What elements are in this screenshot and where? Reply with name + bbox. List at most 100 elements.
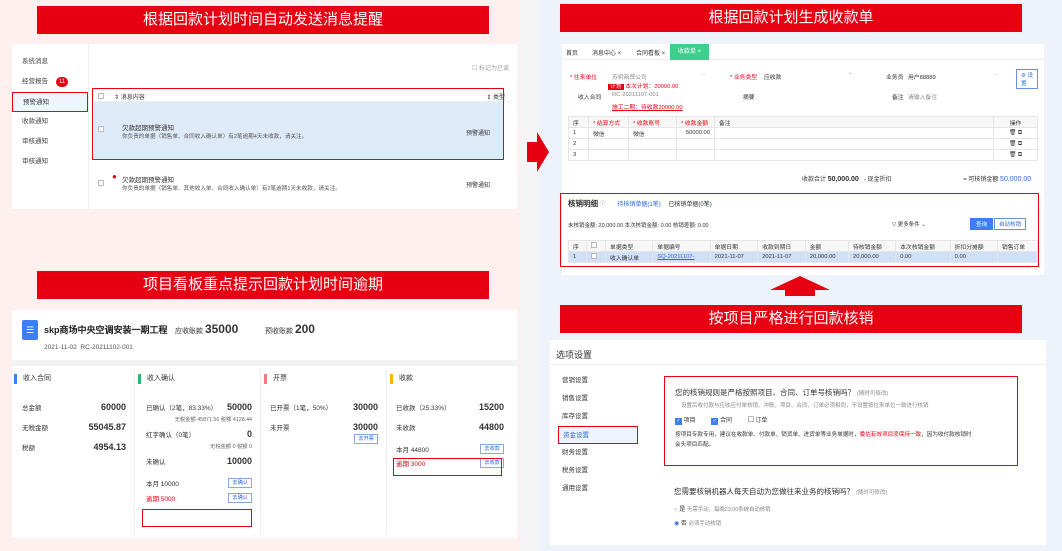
arrow-right-icon <box>527 132 549 172</box>
table-row[interactable]: 1 收入确认单 SQ-20211107- 2021-11-07 2021-11-07… <box>567 251 1039 263</box>
sidebar-item-audit[interactable]: 审核通知 <box>12 132 88 152</box>
invoice-rows: 已开票（1笔，50%） 30000 未开票 30000 去开票 <box>270 402 378 444</box>
sidebar-item-general[interactable]: 通用设置 <box>558 480 638 498</box>
select-all-checkbox[interactable] <box>98 93 104 99</box>
col-head-invoice: 开票 <box>264 374 287 384</box>
confirm-rows: 已确认（2笔，83.33%） 50000 无税金额 45871.56 税额 412… <box>146 402 252 503</box>
option-contract[interactable]: ✓ 合同 <box>711 418 732 425</box>
radio-empty-icon: ○ <box>674 507 678 513</box>
row-actions[interactable]: 🗑 ⧉ <box>993 138 1038 150</box>
option-project[interactable]: ✓ 项目 <box>675 418 696 425</box>
remark-field[interactable]: 请输入备注 <box>908 92 937 101</box>
auto-verify-setting: 您需要核销机器人每天自动为您做往来业务的核销吗？ (随时可修改) ○ 是 无需手… <box>674 486 1028 527</box>
row-checkbox[interactable] <box>591 253 598 259</box>
col-head-contract: 收入合同 <box>14 374 51 384</box>
checkbox-checked-icon: ✓ <box>711 418 719 425</box>
sidebar-item-collection[interactable]: 收款通知 <box>12 112 88 132</box>
mark-read-link[interactable]: ☐ 标记为已读 <box>472 63 509 72</box>
table-row[interactable]: 2 🗑 ⧉ <box>568 138 1038 150</box>
verify-rule-setting: 您的核销规则是严格按照项目、合同、订单号核销吗？ (随时可修改) 设置后收付款与… <box>664 376 1018 466</box>
tab-message-center[interactable]: 消息中心 × <box>592 48 621 57</box>
payment-lines-table: 序 * 结算方式 * 收款账号 * 收款金额 备注 操作 1 微信 微信 50000.… <box>568 116 1038 161</box>
project-doc-icon: ☰ <box>22 320 38 340</box>
tab-receipt[interactable]: 收款单 × <box>670 44 710 60</box>
sidebar-item-audit-2[interactable]: 审核通知 <box>12 152 88 172</box>
row-actions[interactable]: 🗑 ⧉ <box>993 149 1038 161</box>
auto-verify-button[interactable]: 自动核销 <box>994 218 1027 230</box>
top-tabs: 首页 消息中心 × 合同看板 × 收款单 × <box>562 44 1044 60</box>
more-icon[interactable]: ··· <box>700 72 706 78</box>
more-icon[interactable]: ··· <box>993 72 999 78</box>
totals-row: 收款合计 50,000.00 - 现金折扣 = 可核销金额 50,000.00 <box>802 176 1032 183</box>
row-checkbox[interactable] <box>98 126 104 132</box>
message-sidebar: 系统消息 经营报告 11 预警通知 收款通知 审核通知 审核通知 <box>12 52 88 172</box>
tab-home[interactable]: 首页 <box>566 48 578 57</box>
go-invoice-button[interactable]: 去开票 <box>354 434 378 444</box>
advance-amount: 200 <box>294 322 315 336</box>
tab-verified[interactable]: 已核销单据(0笔) <box>668 202 711 208</box>
tab-pending-verify[interactable]: 待核销单据(1笔) <box>617 202 660 208</box>
go-confirm-button[interactable]: 去确认 <box>228 478 252 488</box>
biz-type-select[interactable]: 应收款 <box>764 72 781 81</box>
settings-button[interactable]: ⚙ 设置 <box>1016 69 1038 89</box>
unit-field[interactable]: 苏玥商贸公司 <box>612 72 647 81</box>
radio-yes[interactable]: ○ 是 无需手动，每晚23:00系统自动核销 <box>674 504 1028 513</box>
option-settings-panel: 选项设置 营销设置 销售设置 库存设置 资金设置 财务设置 税务设置 通用设置 … <box>550 340 1046 545</box>
tab-contract-board[interactable]: 合同看板 × <box>636 48 665 57</box>
project-date-code: 2021-11-02 RC-20211102-001 <box>44 344 133 351</box>
contract-field[interactable]: RC-20211107-001 <box>612 92 659 98</box>
receipt-form-panel: 首页 消息中心 × 合同看板 × 收款单 × * 往来单位 苏玥商贸公司 计划 … <box>562 44 1044 275</box>
message-table-header: ⇕ 消息内容 ⇕ 类型 <box>92 90 511 102</box>
banner-strict-verify: 按项目严格进行回款核销 <box>560 305 1022 333</box>
page-title: 选项设置 <box>556 350 593 360</box>
radio-no[interactable]: ◉ 否 必须手动核销 <box>674 518 1028 527</box>
banner-message-reminder: 根据回款计划时间自动发送消息提醒 <box>37 6 489 34</box>
sidebar-item-finance[interactable]: 财务设置 <box>558 444 638 462</box>
select-all-checkbox[interactable] <box>591 242 598 248</box>
go-confirm-overdue-button[interactable]: 去确认 <box>228 493 252 503</box>
sidebar-item-marketing[interactable]: 营销设置 <box>558 372 638 390</box>
collect-rows: 已收款（25.33%） 15200 未收款 44800 本月 44800 去收款 逾期… <box>396 402 504 468</box>
go-collect-button[interactable]: 去收款 <box>480 444 504 454</box>
doc-number-link[interactable]: SQ-20211107- <box>652 251 711 263</box>
sidebar-item-funds[interactable]: 资金设置 <box>558 426 638 444</box>
col-head-confirm: 收入确认 <box>138 374 175 384</box>
project-board-panel: ☰ skp商场中央空调安装一期工程 应收账款 35000 预收账款 200 20… <box>12 310 517 538</box>
row-actions[interactable]: 🗑 ⧉ <box>993 127 1038 139</box>
handler-field[interactable]: 用户88889 <box>908 72 936 81</box>
sidebar-item-tax[interactable]: 税务设置 <box>558 462 638 480</box>
project-title: skp商场中央空调安装一期工程 <box>44 325 168 335</box>
message-center-panel: 系统消息 经营报告 11 预警通知 收款通知 审核通知 审核通知 ☐ 标记为已读 … <box>12 44 517 209</box>
banner-project-overdue: 项目看板重点提示回款计划时间逾期 <box>37 271 489 299</box>
receipt-form-fields: * 往来单位 苏玥商贸公司 计划 本次计划：20000.00 收入合同 RC-2… <box>568 66 1038 116</box>
arrow-up-icon <box>770 276 830 296</box>
sidebar-item-system[interactable]: 系统消息 <box>12 52 88 72</box>
sidebar-item-report[interactable]: 经营报告 11 <box>12 72 88 92</box>
contract-rows: 总金额 60000 无税金额 55045.87 税额 4954.13 <box>22 402 126 452</box>
receivable-amount: 35000 <box>204 322 239 336</box>
row-checkbox[interactable] <box>98 180 104 186</box>
message-row-1[interactable]: 欠款超期预警通知 你负责的单据（销售单、合同收入确认单）有2笔逾期4天未收款，请… <box>94 102 504 159</box>
table-row[interactable]: 3 🗑 ⧉ <box>568 149 1038 161</box>
sidebar-item-warning[interactable]: 预警通知 <box>12 92 88 112</box>
option-order[interactable]: 订单 <box>747 416 767 424</box>
query-button[interactable]: 查询 <box>970 218 994 230</box>
sidebar-item-stock[interactable]: 库存设置 <box>558 408 638 426</box>
banner-generate-receipt: 根据回款计划生成收款单 <box>560 4 1022 32</box>
go-collect-overdue-button[interactable]: 去收款 <box>480 458 504 468</box>
verify-table: 序 单据类型 单据编号 单据日期 收款到期日 金额 待核销金额 本次核销金额 折扣分摊额… <box>567 240 1039 263</box>
verify-section: 核销明细 ⓘ 待核销单据(1笔) 已核销单据(0笔) <box>568 199 712 208</box>
chevron-down-icon[interactable]: ⌄ <box>848 70 853 76</box>
filter-button[interactable]: ▽ 更多条件 ⌄ <box>892 220 926 228</box>
checkbox-checked-icon: ✓ <box>675 418 682 425</box>
unread-badge: 11 <box>56 77 69 87</box>
sidebar-item-sales[interactable]: 销售设置 <box>558 390 638 408</box>
message-row-2[interactable]: ● 欠款超期预警通知 你负责的单据（销售单、其他收入单、合同收入确认单）有2笔逾… <box>94 166 504 202</box>
option-sidebar: 营销设置 销售设置 库存设置 资金设置 财务设置 税务设置 通用设置 <box>558 372 638 498</box>
help-icon: ⓘ <box>599 202 606 208</box>
table-row[interactable]: 1 微信 微信 50000.00 🗑 ⧉ <box>568 127 1038 139</box>
highlight-confirm-overdue <box>142 509 252 527</box>
radio-selected-icon: ◉ <box>674 521 680 527</box>
col-head-collect: 收款 <box>390 374 413 384</box>
divider <box>88 44 89 209</box>
